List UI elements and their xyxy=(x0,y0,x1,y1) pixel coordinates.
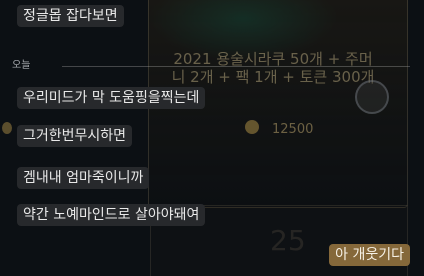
chat-message-other: 그거한번무시하면 xyxy=(17,125,133,147)
chat-message-other: 겜내내 엄마죽이니까 xyxy=(17,167,150,189)
chat-message-other: 우리미드가 막 도움핑을찍는데 xyxy=(17,87,206,109)
background-badge-icon xyxy=(355,80,389,114)
background-number: 25 xyxy=(270,224,306,257)
coin-icon xyxy=(245,120,259,134)
date-divider-line xyxy=(62,66,410,67)
coin-icon-left xyxy=(2,122,12,134)
background-price: 12500 xyxy=(272,122,314,137)
date-divider: 오늘 xyxy=(0,59,424,73)
chat-message-other: 정글몹 잡다보면 xyxy=(17,5,124,27)
date-divider-label: 오늘 xyxy=(12,60,31,71)
chat-message-mine: 아 개웃기다 xyxy=(329,244,410,266)
chat-message-other: 약간 노예마인드로 살아야돼여 xyxy=(17,204,206,226)
